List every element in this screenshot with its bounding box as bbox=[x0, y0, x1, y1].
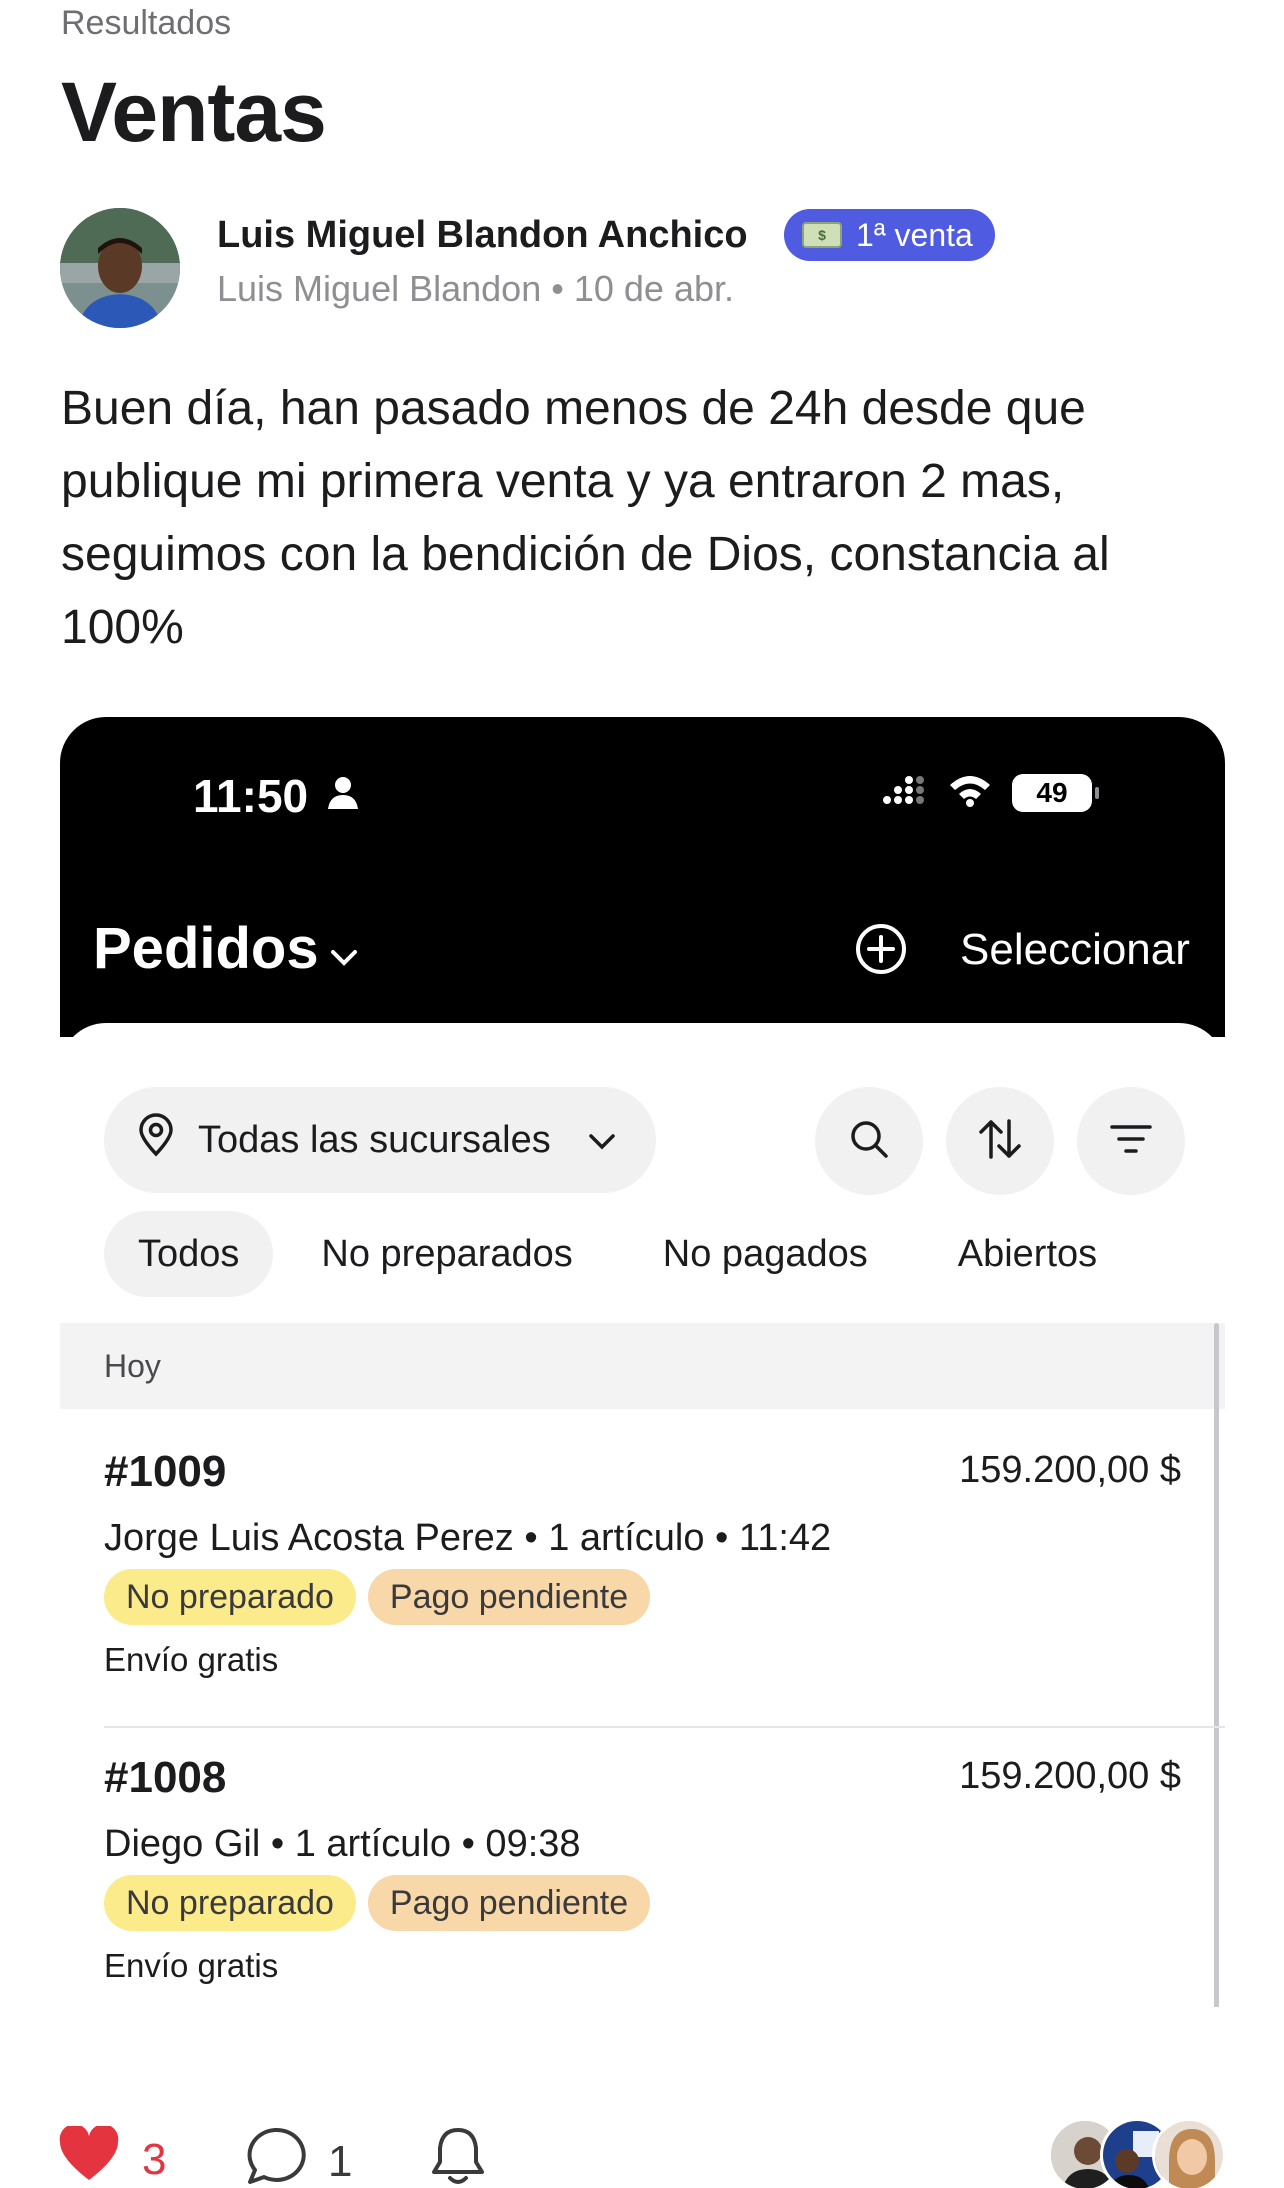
order-shipping: Envío gratis bbox=[104, 1641, 279, 1678]
wifi-icon bbox=[948, 773, 992, 812]
money-bill-icon: $ bbox=[802, 222, 842, 248]
location-pin-icon bbox=[138, 1113, 174, 1167]
like-button[interactable]: 3 bbox=[58, 2124, 167, 2188]
location-filter-label: Todas las sucursales bbox=[198, 1118, 551, 1161]
order-meta: Diego Gil • 1 artículo • 09:38 bbox=[104, 1823, 581, 1865]
heart-icon bbox=[58, 2124, 120, 2188]
badge-label: 1ª venta bbox=[856, 216, 973, 253]
signal-icon bbox=[882, 774, 928, 811]
status-badge: No preparado bbox=[104, 1569, 356, 1625]
like-count: 3 bbox=[142, 2134, 167, 2184]
comment-button[interactable]: 1 bbox=[244, 2126, 352, 2188]
dot-separator: • bbox=[551, 268, 564, 309]
tab-abiertos[interactable]: Abiertos bbox=[924, 1211, 1131, 1297]
avatar[interactable] bbox=[60, 208, 180, 328]
tab-no-pagados[interactable]: No pagados bbox=[629, 1211, 902, 1297]
order-shipping: Envío gratis bbox=[104, 1947, 279, 1984]
orders-title[interactable]: Pedidos bbox=[93, 915, 359, 982]
comment-count: 1 bbox=[328, 2136, 353, 2186]
search-icon bbox=[848, 1118, 890, 1165]
author-name[interactable]: Luis Miguel Blandon Anchico bbox=[217, 214, 748, 257]
first-sale-badge: $ 1ª venta bbox=[784, 209, 995, 261]
chevron-down-icon bbox=[329, 915, 359, 982]
location-filter[interactable]: Todas las sucursales bbox=[104, 1087, 656, 1193]
battery-icon: 49 bbox=[1012, 773, 1099, 812]
breadcrumb[interactable]: Resultados bbox=[61, 4, 231, 43]
select-button[interactable]: Seleccionar bbox=[960, 925, 1190, 975]
filter-icon bbox=[1109, 1122, 1153, 1161]
screenshot-header: 11:50 49 Pedidos Seleccionar bbox=[60, 717, 1225, 1037]
search-button[interactable] bbox=[815, 1087, 923, 1195]
post-author-row: Luis Miguel Blandon Anchico $ 1ª venta L… bbox=[60, 206, 1220, 330]
payment-badge: Pago pendiente bbox=[367, 1875, 651, 1931]
order-id: #1009 bbox=[104, 1447, 227, 1496]
order-id: #1008 bbox=[104, 1753, 227, 1802]
status-badge: No preparado bbox=[104, 1875, 356, 1931]
orders-panel: Todas las sucursales Todos No preparados… bbox=[60, 1023, 1225, 2007]
post-body: Buen día, han pasado menos de 24h desde … bbox=[61, 382, 1110, 654]
sort-button[interactable] bbox=[946, 1087, 1054, 1195]
order-amount: 159.200,00 $ bbox=[959, 1449, 1181, 1491]
comment-bubble-icon bbox=[244, 2126, 306, 2188]
order-amount: 159.200,00 $ bbox=[959, 1755, 1181, 1797]
tab-no-preparados[interactable]: No preparados bbox=[287, 1211, 606, 1297]
order-row[interactable]: #1009 159.200,00 $ Jorge Luis Acosta Per… bbox=[104, 1409, 1225, 1715]
page-title: Ventas bbox=[61, 65, 327, 159]
payment-badge: Pago pendiente bbox=[367, 1569, 651, 1625]
sort-arrows-icon bbox=[977, 1117, 1023, 1166]
order-row[interactable]: #1008 159.200,00 $ Diego Gil • 1 artícul… bbox=[104, 1715, 1225, 2007]
order-meta: Jorge Luis Acosta Perez • 1 artículo • 1… bbox=[104, 1517, 832, 1559]
status-time: 11:50 bbox=[193, 770, 309, 822]
notify-button[interactable] bbox=[430, 2126, 486, 2188]
order-tags: No preparado Pago pendiente bbox=[104, 1875, 651, 1931]
filter-button[interactable] bbox=[1077, 1087, 1185, 1195]
post-actions: 3 1 bbox=[58, 2118, 1228, 2188]
author-subline: Luis Miguel Blandon • 10 de abr. bbox=[217, 268, 734, 310]
chevron-down-icon bbox=[587, 1119, 617, 1162]
status-indicators: 49 bbox=[882, 773, 1099, 812]
add-circle-icon[interactable] bbox=[854, 922, 908, 981]
orders-title-text: Pedidos bbox=[93, 916, 319, 981]
person-icon bbox=[326, 775, 360, 814]
post-date: 10 de abr. bbox=[573, 268, 734, 309]
order-tags: No preparado Pago pendiente bbox=[104, 1569, 651, 1625]
tab-todos[interactable]: Todos bbox=[104, 1211, 274, 1297]
section-header-today: Hoy bbox=[60, 1323, 1225, 1409]
bell-icon bbox=[430, 2126, 486, 2188]
author-handle: Luis Miguel Blandon bbox=[217, 268, 542, 309]
participant-avatars[interactable] bbox=[1048, 2118, 1228, 2188]
embedded-screenshot[interactable]: 11:50 49 Pedidos Seleccionar Todas las s… bbox=[60, 717, 1225, 2007]
avatar bbox=[1152, 2118, 1226, 2188]
order-tabs: Todos No preparados No pagados Abiertos bbox=[104, 1211, 1131, 1297]
